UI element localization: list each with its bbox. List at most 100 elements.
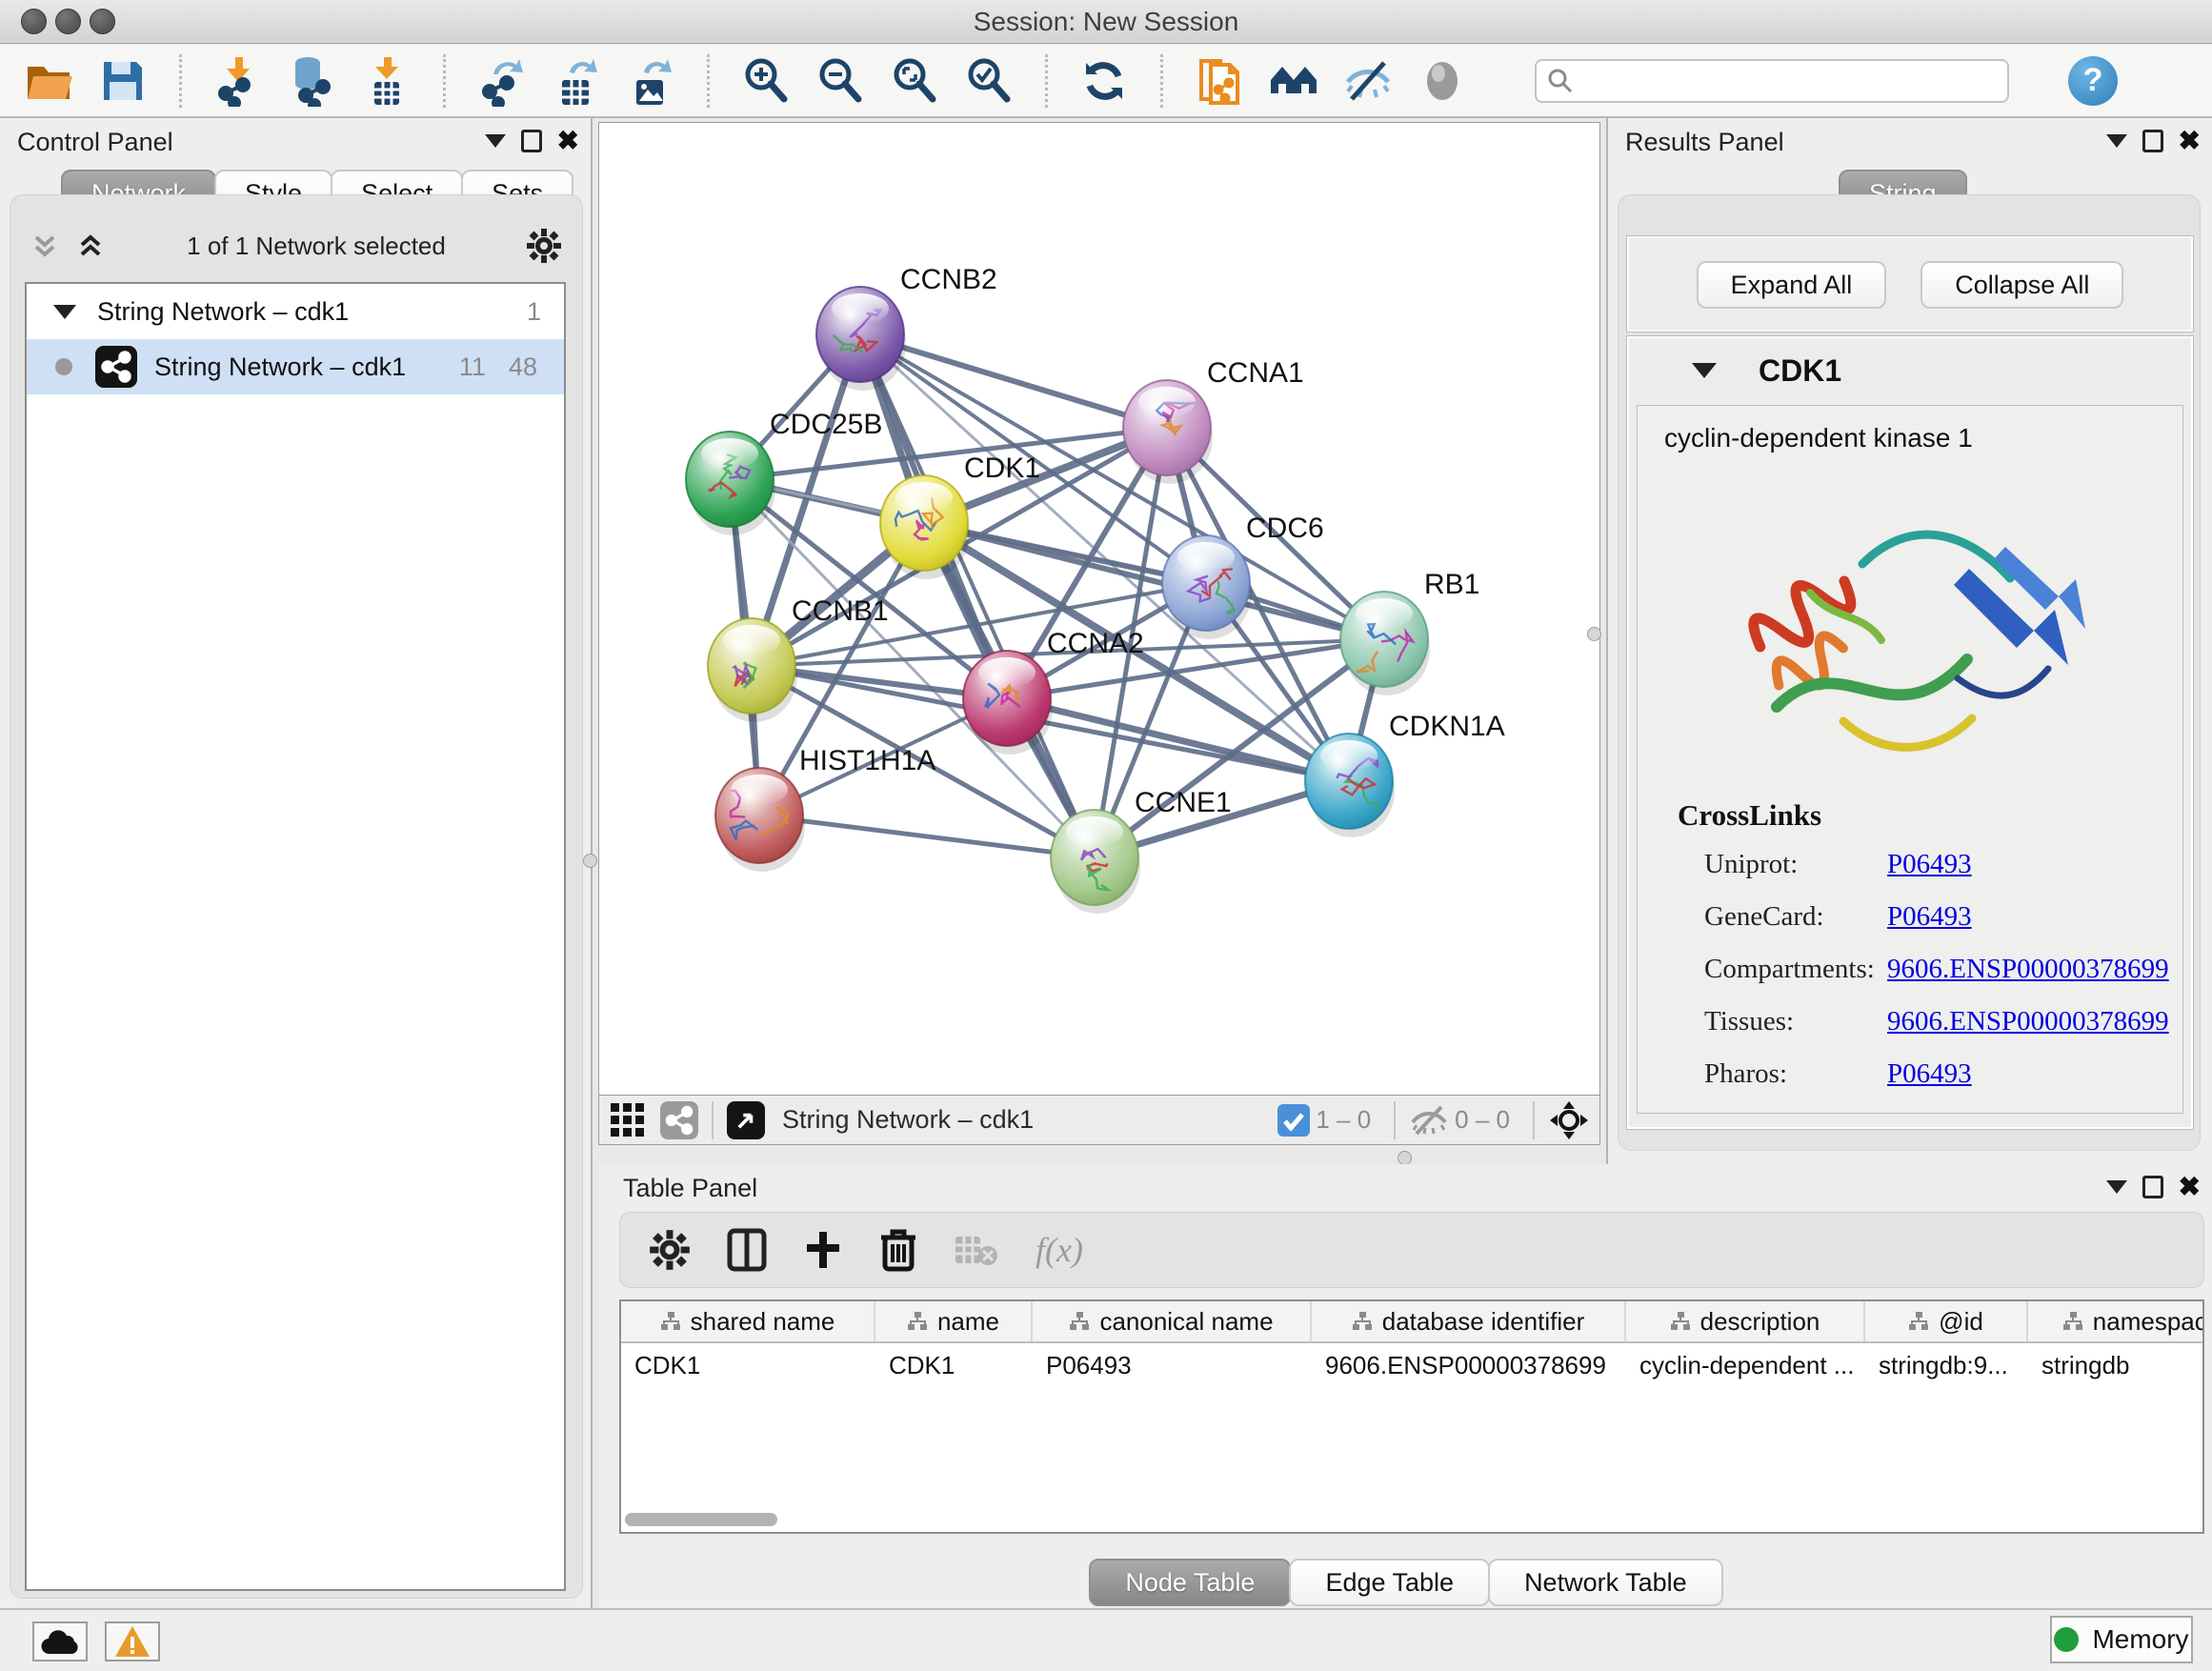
close-panel-icon[interactable]: ✖ xyxy=(2179,1176,2201,1198)
network-canvas[interactable]: CCNB2CCNA1CDC25BCDK1CDC6RB1CCNB1CCNA2CDK… xyxy=(598,122,1600,1096)
horizontal-scrollbar[interactable] xyxy=(625,1513,777,1526)
export-table-icon[interactable] xyxy=(551,55,602,107)
right-divider-handle[interactable] xyxy=(1587,627,1601,641)
network-view-icon[interactable] xyxy=(660,1101,698,1139)
table-cell[interactable]: CDK1 xyxy=(621,1351,875,1380)
entry-header[interactable]: CDK1 xyxy=(1629,338,2191,403)
table-cell[interactable]: CDK1 xyxy=(875,1351,1033,1380)
column-header-description[interactable]: description xyxy=(1626,1301,1865,1341)
column-header--id[interactable]: @id xyxy=(1865,1301,2028,1341)
show-columns-icon[interactable] xyxy=(727,1228,767,1272)
node-gloss xyxy=(832,293,889,324)
minimize-window-icon[interactable] xyxy=(55,9,81,34)
refresh-icon[interactable] xyxy=(1078,55,1130,107)
zoom-fit-icon[interactable] xyxy=(889,55,940,107)
column-type-icon xyxy=(907,1311,928,1332)
network-edge[interactable] xyxy=(759,815,1095,857)
collection-count: 1 xyxy=(527,297,541,327)
birds-eye-view-icon[interactable] xyxy=(1548,1099,1590,1141)
close-panel-icon[interactable]: ✖ xyxy=(557,130,579,152)
zoom-out-icon[interactable] xyxy=(814,55,866,107)
memory-button[interactable]: Memory xyxy=(2050,1616,2193,1663)
bar-separator xyxy=(1394,1101,1396,1139)
float-panel-icon[interactable] xyxy=(485,134,506,148)
close-panel-icon[interactable]: ✖ xyxy=(2179,130,2201,152)
warnings-button[interactable] xyxy=(105,1621,160,1661)
tab-edge-table[interactable]: Edge Table xyxy=(1289,1559,1490,1606)
float-panel-icon[interactable] xyxy=(2106,1180,2127,1194)
table-cell[interactable]: stringdb xyxy=(2028,1351,2204,1380)
crosslink-link[interactable]: P06493 xyxy=(1887,849,1972,880)
crosslink-link[interactable]: 9606.ENSP00000378699 xyxy=(1887,954,2169,985)
zoom-selected-icon[interactable] xyxy=(963,55,1015,107)
import-network-icon[interactable] xyxy=(212,55,264,107)
string-home-icon[interactable] xyxy=(1268,55,1319,107)
zoom-in-icon[interactable] xyxy=(740,55,792,107)
open-string-icon[interactable] xyxy=(1194,55,1245,107)
table-cell[interactable]: 9606.ENSP00000378699 xyxy=(1312,1351,1626,1380)
help-icon[interactable]: ? xyxy=(2068,56,2118,106)
add-column-icon[interactable] xyxy=(803,1230,843,1270)
collapse-all-button[interactable]: Collapse All xyxy=(1920,261,2123,309)
maximize-panel-icon[interactable] xyxy=(2142,1176,2163,1198)
export-network-icon[interactable] xyxy=(476,55,528,107)
maximize-panel-icon[interactable] xyxy=(521,130,542,152)
collapse-tree-icon[interactable] xyxy=(53,305,76,319)
network-edge[interactable] xyxy=(860,334,1095,857)
maximize-panel-icon[interactable] xyxy=(2142,130,2163,152)
column-header-canonical-name[interactable]: canonical name xyxy=(1033,1301,1312,1341)
import-table-icon[interactable] xyxy=(361,55,412,107)
grid-view-icon[interactable] xyxy=(609,1101,647,1139)
clear-table-icon[interactable] xyxy=(954,1233,999,1267)
crosslink-link[interactable]: P06493 xyxy=(1887,901,1972,933)
collapse-entry-icon[interactable] xyxy=(1692,363,1717,378)
tab-node-table[interactable]: Node Table xyxy=(1089,1559,1291,1606)
column-header-shared-name[interactable]: shared name xyxy=(621,1301,875,1341)
delete-column-icon[interactable] xyxy=(879,1228,917,1272)
network-node[interactable]: RB1 xyxy=(1340,569,1479,695)
bundle-edges-icon[interactable] xyxy=(1417,55,1468,107)
network-node[interactable]: CCNA1 xyxy=(1123,357,1304,484)
export-image-icon[interactable] xyxy=(625,55,676,107)
cloud-button[interactable] xyxy=(32,1621,88,1661)
crosslink-link[interactable]: P06493 xyxy=(1887,1058,1972,1090)
network-node[interactable]: CDKN1A xyxy=(1305,711,1505,837)
table-gear-icon[interactable] xyxy=(649,1229,691,1271)
show-hide-icon[interactable] xyxy=(1342,55,1394,107)
detach-view-icon[interactable] xyxy=(727,1101,765,1139)
network-row[interactable]: String Network – cdk1 11 48 xyxy=(27,339,564,394)
expand-all-button[interactable]: Expand All xyxy=(1697,261,1887,309)
save-session-icon[interactable] xyxy=(97,55,149,107)
import-network-from-database-icon[interactable] xyxy=(287,55,338,107)
maximize-window-icon[interactable] xyxy=(90,9,115,34)
tab-network-table[interactable]: Network Table xyxy=(1488,1559,1723,1606)
collapse-all-icon[interactable] xyxy=(29,230,61,262)
expand-all-icon[interactable] xyxy=(74,230,107,262)
gear-icon[interactable] xyxy=(526,228,562,264)
bottom-divider-handle[interactable] xyxy=(1398,1151,1412,1165)
network-collection-row[interactable]: String Network – cdk1 1 xyxy=(27,284,564,339)
search-input[interactable] xyxy=(1535,59,2009,103)
network-edge[interactable] xyxy=(860,334,1167,428)
float-panel-icon[interactable] xyxy=(2106,134,2127,148)
crosslink-link[interactable]: 9606.ENSP00000378699 xyxy=(1887,1006,2169,1037)
network-view-title: String Network – cdk1 xyxy=(782,1105,1277,1135)
column-header-name[interactable]: name xyxy=(875,1301,1033,1341)
close-window-icon[interactable] xyxy=(21,9,47,34)
node-label: CCNA1 xyxy=(1207,357,1304,389)
hidden-eye-icon[interactable] xyxy=(1409,1103,1449,1137)
table-cell[interactable]: cyclin-dependent ... xyxy=(1626,1351,1865,1380)
network-node[interactable]: CCNB2 xyxy=(816,264,997,391)
selected-checkbox-icon[interactable] xyxy=(1277,1104,1310,1137)
network-node[interactable]: HIST1H1A xyxy=(715,745,935,872)
table-cell[interactable]: P06493 xyxy=(1033,1351,1312,1380)
column-header-database-identifier[interactable]: database identifier xyxy=(1312,1301,1626,1341)
function-builder-icon[interactable]: f(x) xyxy=(1036,1230,1083,1270)
left-divider-handle[interactable] xyxy=(583,854,597,868)
column-header-namespace[interactable]: namespace xyxy=(2028,1301,2204,1341)
memory-label: Memory xyxy=(2092,1624,2188,1655)
table-row[interactable]: CDK1CDK1P064939606.ENSP00000378699cyclin… xyxy=(621,1343,2202,1387)
table-cell[interactable]: stringdb:9... xyxy=(1865,1351,2028,1380)
network-node[interactable]: CCNE1 xyxy=(1051,787,1232,914)
open-session-icon[interactable] xyxy=(23,55,74,107)
